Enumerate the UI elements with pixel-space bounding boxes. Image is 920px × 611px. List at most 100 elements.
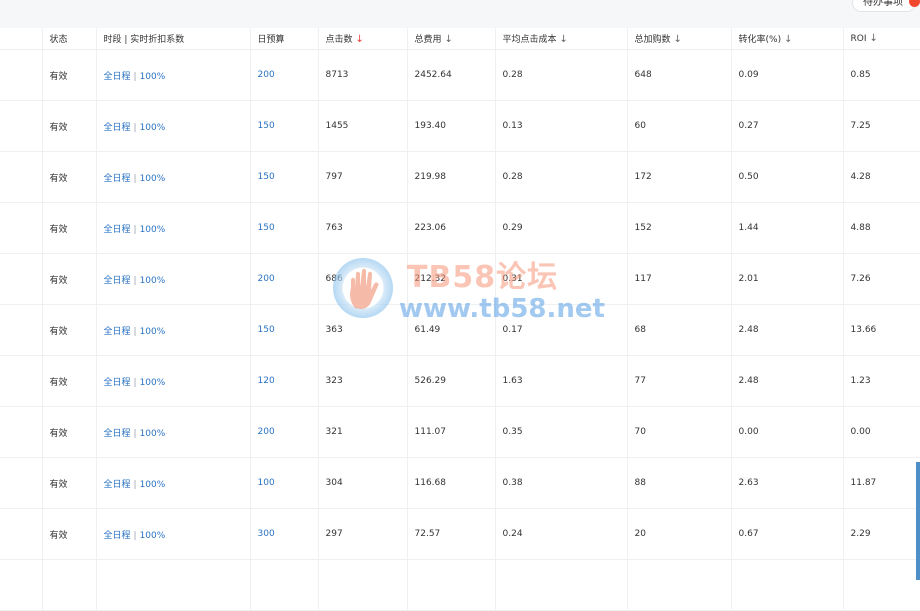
row-select-cell[interactable] xyxy=(0,355,42,407)
table-row[interactable]: 有效 全日程 | 100% 120 323 526.29 1.63 77 2.48 1.23 xyxy=(0,355,920,407)
clicks-cell: 321 xyxy=(317,406,407,458)
discount-link[interactable]: 100% xyxy=(140,174,166,184)
cpc-cell: 0.31 xyxy=(494,253,627,305)
budget-cell[interactable]: 150 xyxy=(249,202,318,254)
roi-cell: 0.85 xyxy=(842,49,920,101)
row-select-cell[interactable] xyxy=(0,253,42,305)
column-header-5[interactable]: 总费用 ↓ xyxy=(406,28,495,50)
sort-arrow-icon[interactable]: ↓ xyxy=(560,34,568,45)
sort-arrow-icon[interactable]: ↓ xyxy=(674,34,682,45)
table-row[interactable]: 有效 全日程 | 100% 150 763 223.06 0.29 152 1.44 4.88 xyxy=(0,202,920,254)
schedule-link[interactable]: 全日程 xyxy=(104,123,131,133)
clicks-cell: 323 xyxy=(317,355,407,407)
schedule-link[interactable]: 全日程 xyxy=(104,531,131,541)
cvr-cell: 2.48 xyxy=(730,304,843,356)
budget-cell[interactable]: 200 xyxy=(249,406,318,458)
budget-cell[interactable]: 200 xyxy=(249,253,318,305)
discount-link[interactable]: 100% xyxy=(140,72,166,82)
row-select-cell[interactable] xyxy=(0,559,42,611)
campaign-table: 状态 时段 | 实时折扣系数 日预算 点击数 ↓ 总费用 ↓ 平均点击成本 ↓ 总加购数 ↓ 转化率(… xyxy=(0,28,920,611)
discount-link[interactable]: 100% xyxy=(140,378,166,388)
row-select-cell[interactable] xyxy=(0,151,42,203)
discount-link[interactable]: 100% xyxy=(140,429,166,439)
sort-arrow-icon[interactable]: ↓ xyxy=(870,33,878,44)
status-cell: 有效 xyxy=(41,508,96,560)
table-row[interactable]: 有效 全日程 | 100% 200 8713 2452.64 0.28 648 0.09 0.85 xyxy=(0,49,920,101)
cvr-cell xyxy=(730,559,843,611)
separator: | xyxy=(133,71,137,82)
column-header-7[interactable]: 总加购数 ↓ xyxy=(626,28,731,50)
discount-link[interactable]: 100% xyxy=(140,531,166,541)
table-row[interactable] xyxy=(0,559,920,611)
row-select-cell[interactable] xyxy=(0,457,42,509)
budget-cell[interactable]: 300 xyxy=(249,508,318,560)
budget-cell[interactable]: 150 xyxy=(249,151,318,203)
row-select-cell[interactable] xyxy=(0,304,42,356)
sort-arrow-icon[interactable]: ↓ xyxy=(445,34,453,45)
status-cell: 有效 xyxy=(41,406,96,458)
sort-arrow-icon[interactable]: ↓ xyxy=(784,34,792,45)
schedule-link[interactable]: 全日程 xyxy=(104,174,131,184)
carts-cell: 77 xyxy=(626,355,731,407)
column-header-label: 转化率(%) xyxy=(738,35,782,45)
column-header-6[interactable]: 平均点击成本 ↓ xyxy=(494,28,627,50)
table-row[interactable]: 有效 全日程 | 100% 200 321 111.07 0.35 70 0.00 0.00 xyxy=(0,406,920,458)
budget-cell[interactable]: 100 xyxy=(249,457,318,509)
table-row[interactable]: 有效 全日程 | 100% 100 304 116.68 0.38 88 2.63 11.87 xyxy=(0,457,920,509)
sort-arrow-icon[interactable]: ↓ xyxy=(356,34,364,45)
roi-cell: 4.28 xyxy=(842,151,920,203)
roi-cell: 11.87 xyxy=(842,457,920,509)
scrollbar-thumb[interactable] xyxy=(916,462,920,580)
budget-cell[interactable]: 150 xyxy=(249,100,318,152)
schedule-link[interactable]: 全日程 xyxy=(104,225,131,235)
schedule-link[interactable]: 全日程 xyxy=(104,276,131,286)
schedule-link[interactable]: 全日程 xyxy=(104,72,131,82)
budget-cell[interactable]: 150 xyxy=(249,304,318,356)
budget-cell[interactable]: 200 xyxy=(249,49,318,101)
column-header-1: 状态 xyxy=(41,28,96,50)
column-header-label: 平均点击成本 xyxy=(502,35,557,45)
cpc-cell: 0.38 xyxy=(494,457,627,509)
row-select-cell[interactable] xyxy=(0,202,42,254)
row-select-cell[interactable] xyxy=(0,406,42,458)
cost-cell xyxy=(406,559,495,611)
budget-cell[interactable]: 120 xyxy=(249,355,318,407)
table-row[interactable]: 有效 全日程 | 100% 200 686 212.32 0.31 117 2.01 7.26 xyxy=(0,253,920,305)
discount-link[interactable]: 100% xyxy=(140,225,166,235)
separator: | xyxy=(133,275,137,286)
roi-cell: 7.26 xyxy=(842,253,920,305)
table-row[interactable]: 有效 全日程 | 100% 150 1455 193.40 0.13 60 0.27 7.25 xyxy=(0,100,920,152)
clicks-cell: 8713 xyxy=(317,49,407,101)
table-row[interactable]: 有效 全日程 | 100% 300 297 72.57 0.24 20 0.67 2.29 xyxy=(0,508,920,560)
cpc-cell: 0.28 xyxy=(494,49,627,101)
column-header-4[interactable]: 点击数 ↓ xyxy=(317,28,407,50)
table-row[interactable]: 有效 全日程 | 100% 150 797 219.98 0.28 172 0.50 4.28 xyxy=(0,151,920,203)
column-header-9[interactable]: ROI ↓ xyxy=(842,28,920,50)
todo-button[interactable]: 待办事项 xyxy=(852,0,920,12)
discount-link[interactable]: 100% xyxy=(140,480,166,490)
discount-link[interactable]: 100% xyxy=(140,327,166,337)
discount-link[interactable]: 100% xyxy=(140,123,166,133)
row-select-cell[interactable] xyxy=(0,508,42,560)
status-cell: 有效 xyxy=(41,202,96,254)
schedule-cell: 全日程 | 100% xyxy=(95,253,250,305)
cvr-cell: 2.48 xyxy=(730,355,843,407)
schedule-link[interactable]: 全日程 xyxy=(104,327,131,337)
cost-cell: 61.49 xyxy=(406,304,495,356)
roi-cell: 13.66 xyxy=(842,304,920,356)
row-select-cell[interactable] xyxy=(0,100,42,152)
table-row[interactable]: 有效 全日程 | 100% 150 363 61.49 0.17 68 2.48 13.66 xyxy=(0,304,920,356)
schedule-link[interactable]: 全日程 xyxy=(104,429,131,439)
schedule-link[interactable]: 全日程 xyxy=(104,378,131,388)
discount-link[interactable]: 100% xyxy=(140,276,166,286)
cost-cell: 193.40 xyxy=(406,100,495,152)
cost-cell: 526.29 xyxy=(406,355,495,407)
schedule-cell: 全日程 | 100% xyxy=(95,151,250,203)
schedule-link[interactable]: 全日程 xyxy=(104,480,131,490)
row-select-cell[interactable] xyxy=(0,49,42,101)
column-header-8[interactable]: 转化率(%) ↓ xyxy=(730,28,843,50)
budget-cell[interactable] xyxy=(249,559,318,611)
carts-cell: 117 xyxy=(626,253,731,305)
separator: | xyxy=(133,122,137,133)
carts-cell: 70 xyxy=(626,406,731,458)
